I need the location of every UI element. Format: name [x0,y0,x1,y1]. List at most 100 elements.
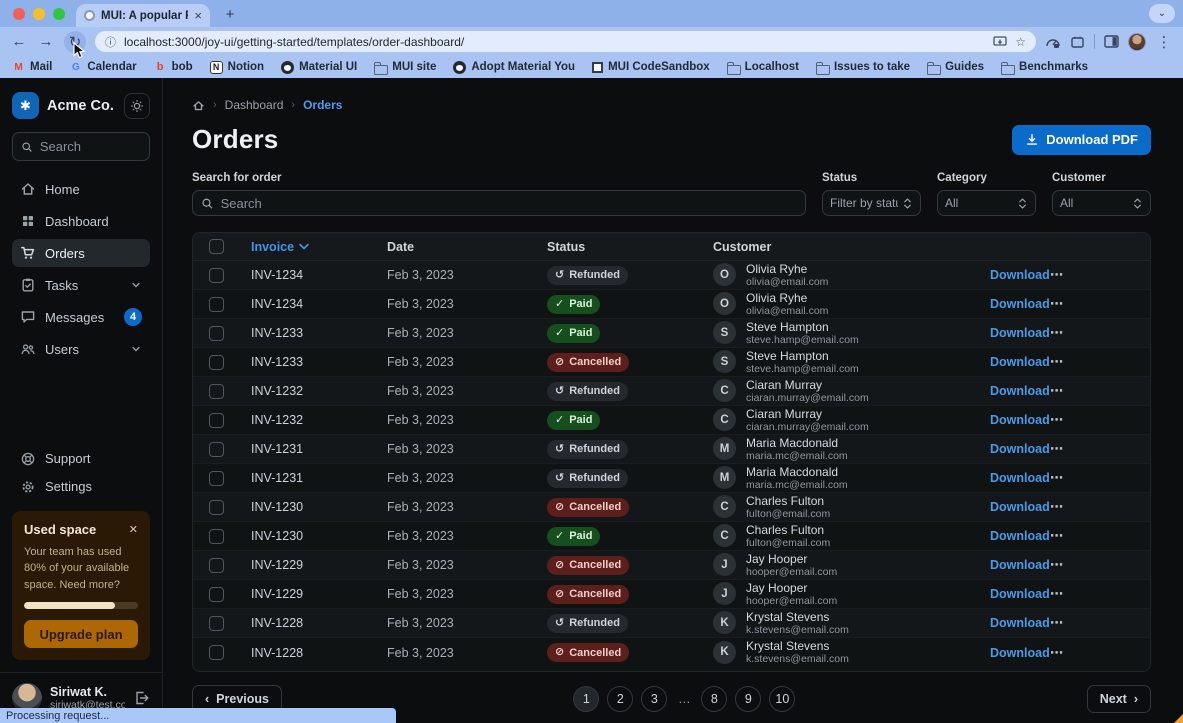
bookmark-item[interactable]: Adopt Material You [453,61,575,74]
row-checkbox[interactable] [209,529,224,544]
close-window-button[interactable] [13,8,25,20]
page-number-button[interactable]: 2 [607,686,633,712]
close-icon[interactable]: ✕ [129,523,138,536]
row-checkbox[interactable] [209,587,224,602]
address-bar[interactable]: ⓘ localhost:3000/joy-ui/getting-started/… [95,31,1036,52]
bookmark-item[interactable]: Benchmarks [1001,61,1088,74]
page-number-button[interactable]: 1 [573,686,599,712]
row-actions-button[interactable]: ⋯ [1038,354,1150,370]
search-input[interactable] [40,139,141,154]
row-actions-button[interactable]: ⋯ [1038,557,1150,573]
download-link[interactable]: Download [978,297,1038,311]
logout-button[interactable] [133,690,150,706]
order-search-input[interactable] [221,196,797,211]
theme-toggle-button[interactable] [124,93,150,119]
extensions-icon[interactable] [1070,35,1085,49]
download-link[interactable]: Download [978,558,1038,572]
bookmark-star-icon[interactable]: ☆ [1015,35,1026,49]
download-link[interactable]: Download [978,326,1038,340]
browser-tab[interactable]: MUI: A popular React UI fram × [76,4,210,27]
row-actions-button[interactable]: ⋯ [1038,499,1150,515]
row-actions-button[interactable]: ⋯ [1038,296,1150,312]
sidebar-item-orders[interactable]: Orders [12,239,150,267]
page-number-button[interactable]: 9 [735,686,761,712]
site-info-icon[interactable]: ⓘ [105,34,116,50]
row-checkbox[interactable] [209,500,224,515]
select-all-checkbox[interactable] [209,239,224,254]
page-number-button[interactable]: 10 [769,686,795,712]
row-checkbox[interactable] [209,326,224,341]
new-tab-button[interactable]: + [220,6,240,23]
row-checkbox[interactable] [209,471,224,486]
url-text[interactable]: localhost:3000/joy-ui/getting-started/te… [124,35,985,49]
row-checkbox[interactable] [209,616,224,631]
download-link[interactable]: Download [978,355,1038,369]
next-page-button[interactable]: Next › [1087,685,1151,713]
sidebar-item-users[interactable]: Users [12,335,150,363]
sidebar-item-settings[interactable]: Settings [12,473,150,501]
bookmark-item[interactable]: Guides [927,61,984,74]
row-checkbox[interactable] [209,297,224,312]
bookmark-item[interactable]: Mail [12,61,52,74]
breadcrumb-dashboard[interactable]: Dashboard [225,98,284,112]
category-filter-select[interactable]: All [937,190,1036,216]
invoice-column-header[interactable]: Invoice [239,240,375,254]
download-link[interactable]: Download [978,529,1038,543]
maximize-window-button[interactable] [53,8,65,20]
home-icon[interactable] [192,99,205,112]
status-filter-select[interactable]: Filter by status [822,190,921,216]
install-app-icon[interactable] [993,36,1007,48]
sidebar-item-messages[interactable]: Messages 4 [12,303,150,331]
download-link[interactable]: Download [978,413,1038,427]
row-checkbox[interactable] [209,442,224,457]
bookmark-item[interactable]: MUI site [374,61,436,74]
order-search-field[interactable] [192,190,806,216]
minimize-window-button[interactable] [33,8,45,20]
download-link[interactable]: Download [978,268,1038,282]
row-actions-button[interactable]: ⋯ [1038,615,1150,631]
bookmark-item[interactable]: Issues to take [816,61,910,74]
sidebar-item-support[interactable]: Support [12,445,150,473]
forward-button[interactable]: → [37,33,55,50]
tab-close-icon[interactable]: × [194,8,202,23]
page-number-button[interactable]: 8 [701,686,727,712]
profile-avatar[interactable] [1128,33,1146,51]
menu-kebab-icon[interactable]: ⋮ [1155,33,1173,51]
row-checkbox[interactable] [209,268,224,283]
download-pdf-button[interactable]: Download PDF [1012,125,1151,155]
bookmark-item[interactable]: Material UI [281,61,357,74]
row-actions-button[interactable]: ⋯ [1038,441,1150,457]
download-link[interactable]: Download [978,646,1038,660]
page-number-button[interactable]: 3 [641,686,667,712]
row-actions-button[interactable]: ⋯ [1038,586,1150,602]
row-actions-button[interactable]: ⋯ [1038,412,1150,428]
sidebar-item-tasks[interactable]: Tasks [12,271,150,299]
row-actions-button[interactable]: ⋯ [1038,470,1150,486]
download-link[interactable]: Download [978,384,1038,398]
download-link[interactable]: Download [978,587,1038,601]
download-link[interactable]: Download [978,471,1038,485]
row-checkbox[interactable] [209,384,224,399]
privacy-gauge-icon[interactable] [1045,35,1061,49]
row-actions-button[interactable]: ⋯ [1038,645,1150,661]
sidebar-search[interactable] [12,132,150,161]
row-actions-button[interactable]: ⋯ [1038,325,1150,341]
row-checkbox[interactable] [209,355,224,370]
back-button[interactable]: ← [10,33,28,50]
brand-logo-icon[interactable]: ✱ [12,92,39,119]
bookmark-item[interactable]: MUI CodeSandbox [592,61,710,73]
tab-search-button[interactable]: ⌄ [1149,4,1175,23]
row-checkbox[interactable] [209,645,224,660]
bookmark-item[interactable]: Localhost [727,61,799,74]
bookmark-item[interactable]: bob [154,61,193,74]
page-number-button[interactable]: … [675,686,693,712]
row-checkbox[interactable] [209,558,224,573]
breadcrumb-orders[interactable]: Orders [303,98,342,112]
reload-button[interactable]: ↻ [64,31,86,53]
row-actions-button[interactable]: ⋯ [1038,267,1150,283]
sidebar-item-home[interactable]: Home [12,175,150,203]
customer-filter-select[interactable]: All [1052,190,1151,216]
upgrade-plan-button[interactable]: Upgrade plan [24,620,138,648]
download-link[interactable]: Download [978,442,1038,456]
bookmark-item[interactable]: Notion [210,61,264,74]
